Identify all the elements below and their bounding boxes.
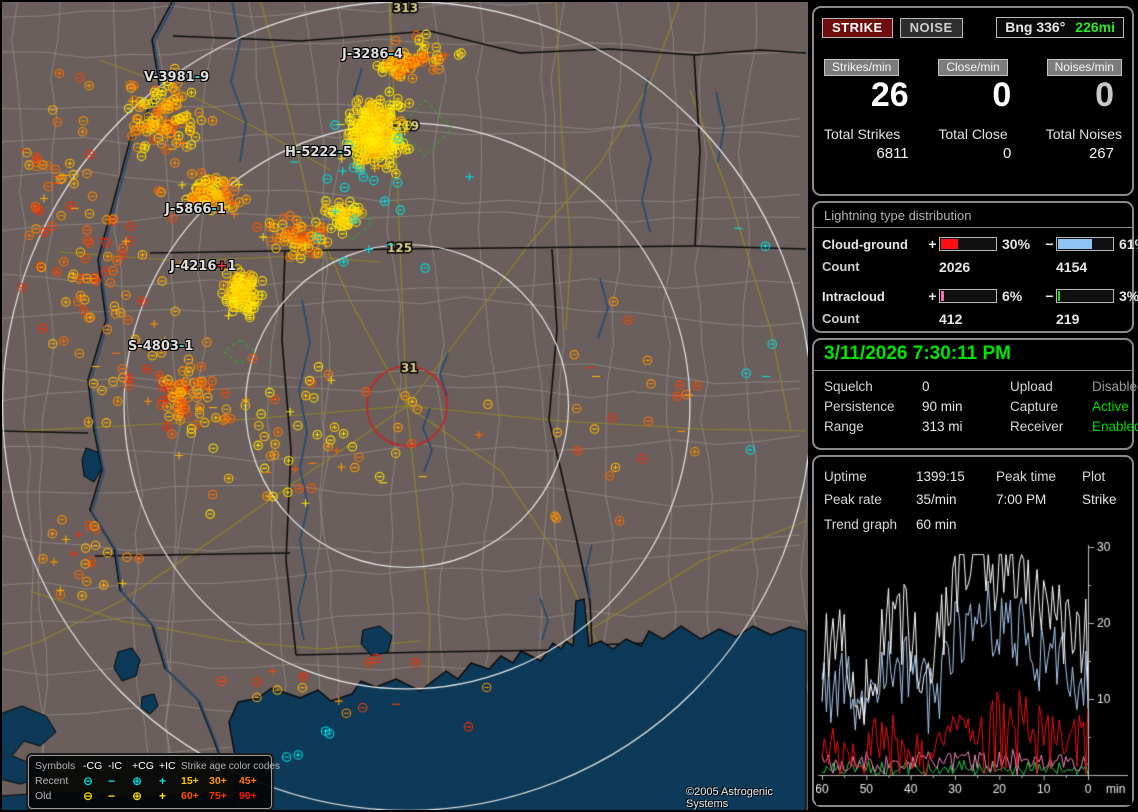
storm-cell-label: S-4803-1	[128, 339, 193, 354]
trend-window-value: 60 min	[916, 517, 1122, 532]
minus-sign: −	[1043, 288, 1056, 304]
bearing-value: Bng 336°	[1005, 19, 1065, 35]
total-noises-value: 267	[1029, 145, 1122, 162]
peak-rate-value: 35/min	[916, 488, 996, 511]
cloud-ground-label: Cloud-ground	[822, 237, 926, 252]
circle-minus-icon: ⊖	[83, 774, 108, 789]
strikes-per-min-value: 26	[824, 78, 917, 114]
plus-sign: +	[926, 236, 939, 252]
cg-negative-count: 4154	[1056, 259, 1124, 275]
ic-positive-bar	[939, 289, 997, 303]
ic-count-label: Count	[822, 311, 926, 327]
legend-col-cgpos: +CG	[132, 759, 159, 774]
status-panel: 3/11/2026 7:30:11 PM Squelch 0 Upload Di…	[812, 338, 1134, 450]
cg-positive-count: 2026	[939, 259, 1043, 275]
cg-negative-pct: 61%	[1114, 236, 1138, 252]
plot-value: Strike	[1082, 488, 1122, 511]
circle-minus-icon: ⊖	[83, 789, 108, 804]
uptime-value: 1399:15	[916, 465, 996, 488]
nexstorm-window: J-3286-4 V-3981-9 H-5222-5 J-5866-1 J-4216+1…	[0, 0, 1138, 812]
uptime-label: Uptime	[824, 465, 916, 488]
map-canvas[interactable]	[2, 2, 808, 810]
legend-age-75: 75+	[209, 789, 239, 804]
close-per-min-chip[interactable]: Close/min	[938, 59, 1007, 76]
trend-graph-canvas	[816, 541, 1132, 805]
minus-icon: −	[108, 774, 132, 789]
cg-positive-pct: 30%	[997, 236, 1043, 252]
cg-positive-bar	[939, 237, 997, 251]
copyright-text: ©2005 Astrogenic Systems	[686, 786, 808, 810]
ic-negative-pct: 3%	[1114, 288, 1138, 304]
capture-status: Active	[1092, 397, 1138, 417]
peak-time-label: Peak time	[996, 465, 1082, 488]
legend-age-30: 30+	[209, 774, 239, 789]
plus-icon: +	[159, 789, 181, 804]
map-legend: Symbols -CG -IC +CG +IC Strike age color…	[28, 755, 272, 809]
legend-age-15: 15+	[181, 774, 209, 789]
intracloud-label: Intracloud	[822, 289, 926, 304]
minus-icon: −	[108, 789, 132, 804]
noise-mode-button[interactable]: NOISE	[900, 18, 963, 38]
upload-label: Upload	[1010, 377, 1092, 397]
total-close-value: 0	[927, 145, 1020, 162]
lightning-distribution-panel: Lightning type distribution Cloud-ground…	[812, 201, 1134, 333]
noises-per-min-value: 0	[1029, 78, 1122, 114]
ic-negative-count: 219	[1056, 311, 1124, 327]
peak-time-value: 7:00 PM	[996, 488, 1082, 511]
storm-cell-label: J-5866-1	[165, 202, 226, 217]
legend-row-recent-label: Recent	[35, 774, 83, 789]
squelch-value: 0	[922, 377, 1010, 397]
capture-label: Capture	[1010, 397, 1092, 417]
upload-status: Disabled	[1092, 377, 1138, 397]
squelch-label: Squelch	[824, 377, 922, 397]
legend-row-old-label: Old	[35, 789, 83, 804]
persistence-label: Persistence	[824, 397, 922, 417]
ic-positive-count: 412	[939, 311, 1043, 327]
total-strikes-value: 6811	[824, 145, 917, 162]
ic-positive-pct: 6%	[997, 288, 1043, 304]
trend-panel: Uptime 1399:15 Peak time Plot Peak rate …	[812, 455, 1134, 807]
circle-plus-icon: ⊕	[132, 789, 159, 804]
counters-panel: STRIKE NOISE Bng 336° 226mi Strikes/min C…	[812, 6, 1134, 196]
storm-cell-label: J-3286-4	[342, 47, 403, 62]
plus-icon: +	[159, 774, 181, 789]
storm-cell-label: H-5222-5	[285, 145, 352, 160]
legend-symbols-header: Symbols	[35, 759, 83, 774]
strikes-per-min-chip[interactable]: Strikes/min	[824, 59, 899, 76]
strike-mode-button[interactable]: STRIKE	[822, 18, 893, 38]
legend-age-60: 60+	[181, 789, 209, 804]
ic-negative-bar	[1056, 289, 1114, 303]
minus-sign: −	[1043, 236, 1056, 252]
total-noises-label: Total Noises	[1029, 126, 1122, 142]
close-per-min-value: 0	[927, 78, 1020, 114]
legend-age-45: 45+	[239, 774, 267, 789]
circle-plus-icon: ⊕	[132, 774, 159, 789]
persistence-value: 90 min	[922, 397, 1010, 417]
legend-col-cgneg: -CG	[83, 759, 108, 774]
receiver-status: Enabled	[1092, 417, 1138, 437]
bearing-readout: Bng 336° 226mi	[996, 17, 1124, 38]
peak-rate-label: Peak rate	[824, 488, 916, 511]
plot-label: Plot	[1082, 465, 1122, 488]
datetime-display: 3/11/2026 7:30:11 PM	[814, 340, 1132, 371]
total-close-label: Total Close	[927, 126, 1020, 142]
storm-cell-label: J-4216+1	[170, 259, 236, 274]
range-label: Range	[824, 417, 922, 437]
cg-negative-bar	[1056, 237, 1114, 251]
lightning-map[interactable]: J-3286-4 V-3981-9 H-5222-5 J-5866-1 J-4216+1…	[2, 2, 808, 810]
receiver-label: Receiver	[1010, 417, 1092, 437]
storm-cell-label: V-3981-9	[144, 70, 209, 85]
total-strikes-label: Total Strikes	[824, 126, 917, 142]
legend-age-header: Strike age color codes	[181, 759, 267, 774]
noises-per-min-chip[interactable]: Noises/min	[1047, 59, 1122, 76]
distribution-title: Lightning type distribution	[814, 203, 1132, 228]
range-value: 313 mi	[922, 417, 1010, 437]
legend-col-icpos: +IC	[159, 759, 181, 774]
bearing-distance: 226mi	[1075, 19, 1115, 35]
cg-count-label: Count	[822, 259, 926, 275]
legend-col-icneg: -IC	[108, 759, 132, 774]
trend-graph-label: Trend graph	[824, 517, 916, 532]
plus-sign: +	[926, 288, 939, 304]
legend-age-90: 90+	[239, 789, 267, 804]
